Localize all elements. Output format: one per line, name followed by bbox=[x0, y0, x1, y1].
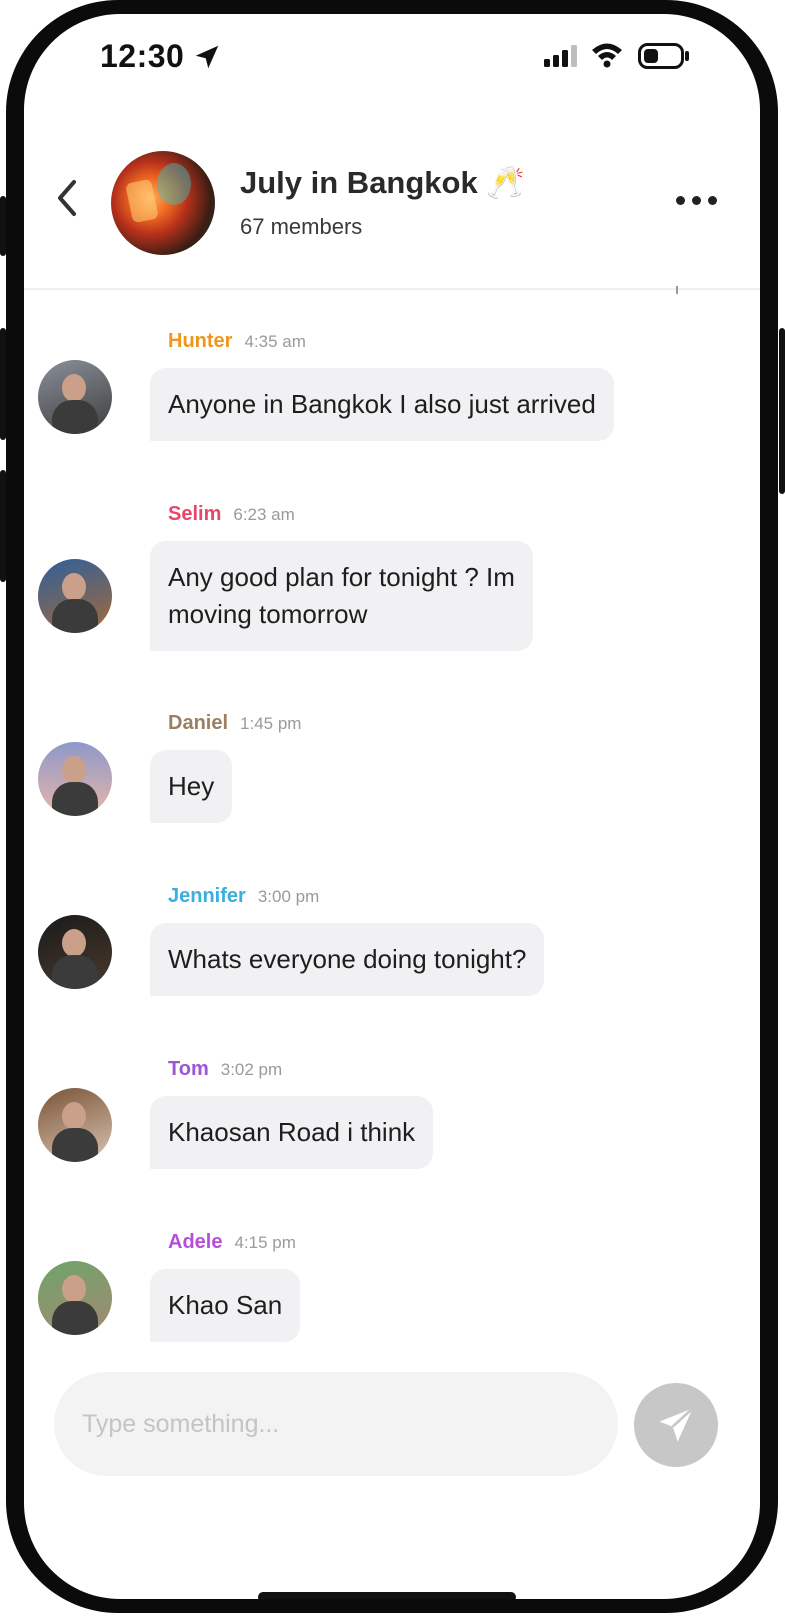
message-bubble[interactable]: Khaosan Road i think bbox=[150, 1096, 434, 1169]
message-time: 1:45 pm bbox=[240, 714, 302, 733]
back-chevron-icon[interactable] bbox=[52, 176, 82, 220]
message-time: 4:15 pm bbox=[234, 1233, 296, 1252]
chat-header: July in Bangkok 🥂 67 members bbox=[24, 124, 760, 290]
message-time: 6:23 am bbox=[233, 505, 295, 524]
message-text: Khaosan Road i think bbox=[168, 1117, 416, 1147]
sender-name[interactable]: Tom bbox=[168, 1058, 209, 1080]
home-indicator bbox=[258, 1592, 516, 1599]
sender-name[interactable]: Adele bbox=[168, 1231, 222, 1253]
message-meta: Adele 4:15 pm bbox=[168, 1231, 296, 1261]
scroll-indicator bbox=[676, 286, 678, 294]
more-options-icon[interactable] bbox=[676, 194, 720, 206]
message-bubble[interactable]: Khao San bbox=[150, 1269, 301, 1342]
message-bubble[interactable]: Whats everyone doing tonight? bbox=[150, 923, 545, 996]
message-meta: Tom 3:02 pm bbox=[168, 1058, 282, 1088]
message-time: 3:00 pm bbox=[257, 887, 320, 906]
message-meta: Jennifer 3:00 pm bbox=[168, 885, 319, 915]
message-bubble[interactable]: Hey bbox=[150, 750, 233, 823]
sender-name[interactable]: Jennifer bbox=[168, 885, 246, 907]
message-text: moving tomorrow bbox=[168, 599, 368, 629]
message-text: Khao San bbox=[168, 1290, 283, 1320]
message-text: Hey bbox=[168, 771, 215, 801]
message-composer[interactable] bbox=[54, 1372, 618, 1476]
user-avatar[interactable] bbox=[38, 1261, 112, 1335]
message-text: Whats everyone doing tonight? bbox=[168, 944, 527, 974]
message-bubble[interactable]: Any good plan for tonight ? Im moving tom… bbox=[150, 541, 533, 651]
member-count[interactable]: 67 members bbox=[240, 214, 362, 240]
chat-screen: 12:30 July in Bangkok 🥂 67 members Hunte… bbox=[24, 14, 760, 1599]
battery-icon bbox=[638, 43, 689, 69]
message-text: Any good plan for tonight ? Im bbox=[168, 562, 515, 592]
wifi-icon bbox=[592, 43, 622, 68]
user-avatar[interactable] bbox=[38, 559, 112, 633]
message-time: 4:35 am bbox=[244, 332, 306, 351]
status-time: 12:30 bbox=[100, 38, 185, 74]
group-avatar[interactable] bbox=[111, 151, 215, 255]
user-avatar[interactable] bbox=[38, 915, 112, 989]
send-paper-plane-icon bbox=[659, 1407, 694, 1442]
hardware-button bbox=[779, 328, 785, 494]
message-bubble[interactable]: Anyone in Bangkok I also just arrived bbox=[150, 368, 614, 441]
message-meta: Selim 6:23 am bbox=[168, 503, 295, 533]
message-meta: Hunter 4:35 am bbox=[168, 330, 306, 360]
phone-frame: 12:30 July in Bangkok 🥂 67 members Hunte… bbox=[6, 0, 778, 1613]
user-avatar[interactable] bbox=[38, 360, 112, 434]
location-arrow-icon bbox=[195, 45, 219, 69]
user-avatar[interactable] bbox=[38, 742, 112, 816]
message-text: Anyone in Bangkok I also just arrived bbox=[168, 389, 596, 419]
message-time: 3:02 pm bbox=[220, 1060, 283, 1079]
cellular-signal-icon bbox=[544, 45, 577, 67]
send-button[interactable] bbox=[634, 1383, 718, 1467]
sender-name[interactable]: Selim bbox=[168, 503, 221, 525]
user-avatar[interactable] bbox=[38, 1088, 112, 1162]
sender-name[interactable]: Daniel bbox=[168, 712, 228, 734]
message-input[interactable] bbox=[82, 1402, 582, 1446]
chat-title[interactable]: July in Bangkok 🥂 bbox=[240, 164, 525, 201]
sender-name[interactable]: Hunter bbox=[168, 330, 232, 352]
message-meta: Daniel 1:45 pm bbox=[168, 712, 301, 742]
